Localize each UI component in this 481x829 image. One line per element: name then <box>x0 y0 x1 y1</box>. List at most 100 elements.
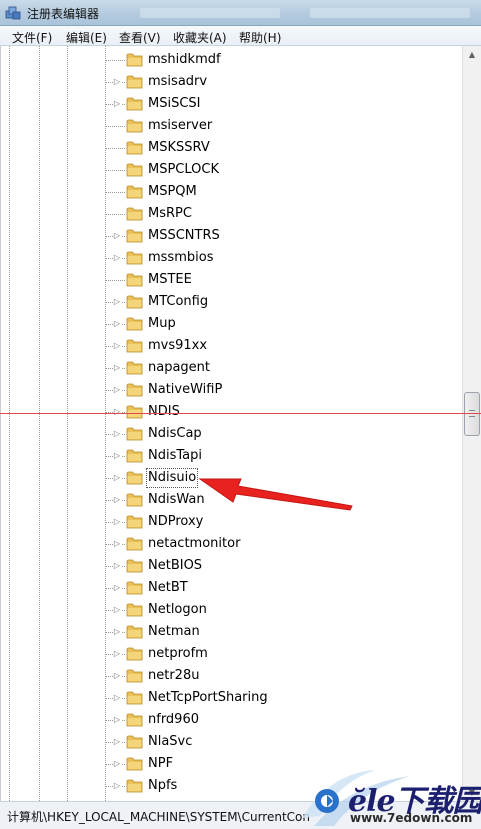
expand-arrow-icon[interactable]: ▷ <box>113 649 121 659</box>
tree-item[interactable]: ▷ Mup <box>1 313 462 335</box>
menu-help[interactable]: 帮助(H) <box>239 29 281 46</box>
current-key-path: 计算机\HKEY_LOCAL_MACHINE\SYSTEM\CurrentCon <box>7 810 310 824</box>
folder-icon <box>126 163 143 177</box>
expand-arrow-icon[interactable]: ▷ <box>113 297 121 307</box>
vertical-scrollbar[interactable]: ▲ ▼ <box>462 46 481 801</box>
expand-arrow-icon[interactable]: ▷ <box>113 473 121 483</box>
tree-item[interactable]: ▷ NdisCap <box>1 423 462 445</box>
tree-item[interactable]: ▷ NetBT <box>1 577 462 599</box>
tree-item-label: MSiSCSI <box>148 96 201 111</box>
expand-arrow-icon[interactable]: ▷ <box>113 517 121 527</box>
tree-item-label: MSTEE <box>148 272 192 287</box>
tree-item[interactable]: ▷ netr28u <box>1 665 462 687</box>
tree-item[interactable]: ▷ MSSCNTRS <box>1 225 462 247</box>
tree-item[interactable]: ▷ NDProxy <box>1 511 462 533</box>
tree-item[interactable]: ▷ NetTcpPortSharing <box>1 687 462 709</box>
folder-icon <box>126 251 143 265</box>
tree-item[interactable]: ▷ netactmonitor <box>1 533 462 555</box>
expand-arrow-icon[interactable]: ▷ <box>113 385 121 395</box>
folder-icon <box>126 185 143 199</box>
expand-arrow-icon[interactable]: ▷ <box>113 539 121 549</box>
folder-icon <box>126 53 143 67</box>
tree-item[interactable]: MSTEE <box>1 269 462 291</box>
expand-arrow-icon[interactable]: ▷ <box>113 77 121 87</box>
expand-arrow-icon[interactable]: ▷ <box>113 561 121 571</box>
scroll-up-arrow-icon[interactable]: ▲ <box>463 46 481 63</box>
expand-arrow-icon[interactable]: ▷ <box>113 759 121 769</box>
tree-item[interactable]: ▷ msisadrv <box>1 71 462 93</box>
folder-icon <box>126 757 143 771</box>
folder-icon <box>126 317 143 331</box>
tree-connector <box>105 280 125 281</box>
tree-item[interactable]: ▷ NDIS <box>1 401 462 423</box>
window-title: 注册表编辑器 <box>27 7 100 21</box>
expand-arrow-icon[interactable]: ▷ <box>113 253 121 263</box>
expand-arrow-icon[interactable]: ▷ <box>113 693 121 703</box>
tree-item[interactable]: MsRPC <box>1 203 462 225</box>
tree-item[interactable]: ▷ Netman <box>1 621 462 643</box>
expand-arrow-icon[interactable]: ▷ <box>113 407 121 417</box>
menu-view[interactable]: 查看(V) <box>119 29 161 46</box>
tree-item[interactable]: mshidkmdf <box>1 49 462 71</box>
tree-item-label: nfrd960 <box>148 712 199 727</box>
expand-arrow-icon[interactable]: ▷ <box>113 583 121 593</box>
expand-arrow-icon[interactable]: ▷ <box>113 495 121 505</box>
tree-item[interactable]: ▷ mssmbios <box>1 247 462 269</box>
expand-arrow-icon[interactable]: ▷ <box>113 605 121 615</box>
tree-item[interactable]: ▷ Ndisuio <box>1 467 462 489</box>
tree-item-label: mshidkmdf <box>148 52 221 67</box>
expand-arrow-icon[interactable]: ▷ <box>113 319 121 329</box>
tree-item[interactable]: ▷ netprofm <box>1 643 462 665</box>
folder-icon <box>126 97 143 111</box>
expand-arrow-icon[interactable]: ▷ <box>113 231 121 241</box>
folder-icon <box>126 669 143 683</box>
folder-icon <box>126 603 143 617</box>
tree-connector <box>105 214 125 215</box>
tree-item[interactable]: ▷ NlaSvc <box>1 731 462 753</box>
tree-item-label: MSSCNTRS <box>148 228 220 243</box>
tree-item[interactable]: ▷ napagent <box>1 357 462 379</box>
menu-file[interactable]: 文件(F) <box>12 29 52 46</box>
tree-item[interactable]: ▷ NdisTapi <box>1 445 462 467</box>
tree-item[interactable]: ▷ NetBIOS <box>1 555 462 577</box>
folder-icon <box>126 537 143 551</box>
tree-item-label: NetBIOS <box>148 558 203 573</box>
tree-item[interactable]: msiserver <box>1 115 462 137</box>
tree-connector <box>105 126 125 127</box>
folder-icon <box>126 141 143 155</box>
tree-item-label: MSKSSRV <box>148 140 210 155</box>
tree-item[interactable]: ▷ nfrd960 <box>1 709 462 731</box>
tree-item[interactable]: ▷ NdisWan <box>1 489 462 511</box>
tree-item-label: msisadrv <box>148 74 208 89</box>
tree-item[interactable]: ▷ mvs91xx <box>1 335 462 357</box>
expand-arrow-icon[interactable]: ▷ <box>113 341 121 351</box>
menu-favorites[interactable]: 收藏夹(A) <box>173 29 227 46</box>
tree-connector <box>105 170 125 171</box>
tree-item-label: NDProxy <box>148 514 204 529</box>
expand-arrow-icon[interactable]: ▷ <box>113 363 121 373</box>
folder-icon <box>126 515 143 529</box>
expand-arrow-icon[interactable]: ▷ <box>113 737 121 747</box>
expand-arrow-icon[interactable]: ▷ <box>113 715 121 725</box>
tree-item-label: netactmonitor <box>148 536 241 551</box>
tree-item[interactable]: ▷ MTConfig <box>1 291 462 313</box>
expand-arrow-icon[interactable]: ▷ <box>113 671 121 681</box>
folder-icon <box>126 383 143 397</box>
menu-edit[interactable]: 编辑(E) <box>66 29 107 46</box>
tree-item[interactable]: ▷ Netlogon <box>1 599 462 621</box>
tree-item[interactable]: MSPCLOCK <box>1 159 462 181</box>
expand-arrow-icon[interactable]: ▷ <box>113 99 121 109</box>
tree-item[interactable]: ▷ MSiSCSI <box>1 93 462 115</box>
expand-arrow-icon[interactable]: ▷ <box>113 429 121 439</box>
scrollbar-thumb[interactable] <box>464 392 480 436</box>
tree-item-label: Ndisuio <box>146 468 199 488</box>
registry-tree[interactable]: mshidkmdf ▷ msisadrv ▷ MSiSCSI msiserver MSKSS… <box>0 46 462 801</box>
expand-arrow-icon[interactable]: ▷ <box>113 451 121 461</box>
tree-item[interactable]: MSPQM <box>1 181 462 203</box>
tree-item[interactable]: ▷ NativeWifiP <box>1 379 462 401</box>
folder-icon <box>126 449 143 463</box>
expand-arrow-icon[interactable]: ▷ <box>113 781 121 791</box>
site-watermark: ĕle下载园 www.7edown.com <box>300 768 481 829</box>
expand-arrow-icon[interactable]: ▷ <box>113 627 121 637</box>
tree-item[interactable]: MSKSSRV <box>1 137 462 159</box>
